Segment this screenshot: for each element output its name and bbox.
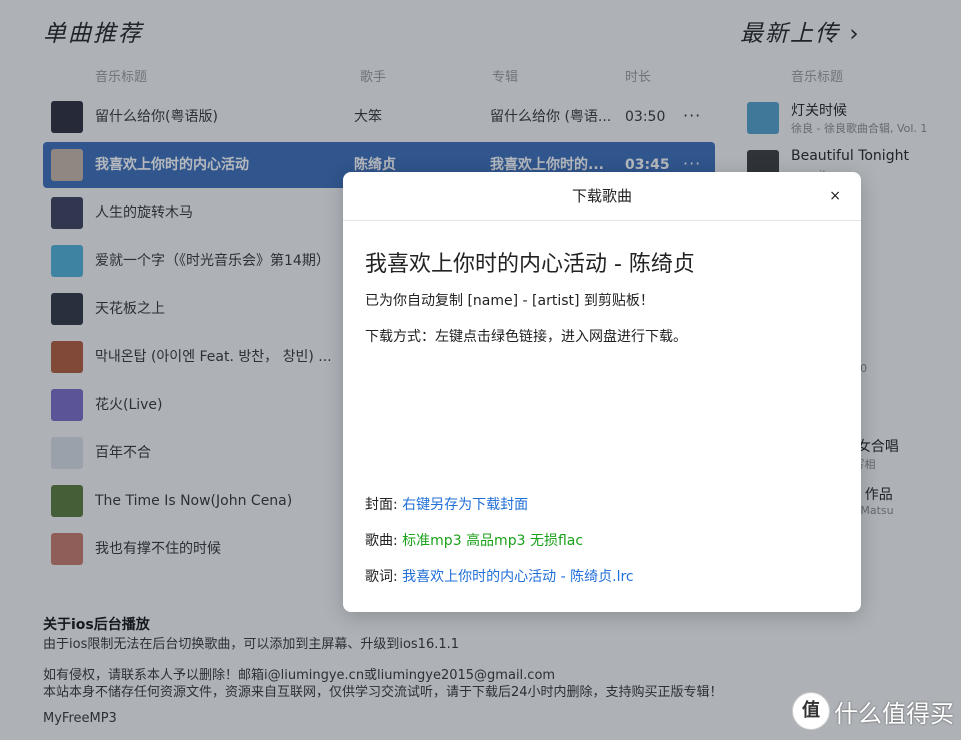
watermark-logo-icon: 值 xyxy=(792,692,830,730)
lyric-download-link[interactable]: 我喜欢上你时的内心活动 - 陈绮贞.lrc xyxy=(402,569,633,585)
dialog-header: 下载歌曲 × xyxy=(343,172,861,221)
mp3-standard-link[interactable]: 标准mp3 xyxy=(402,533,461,549)
dialog-title: 下载歌曲 xyxy=(571,187,632,205)
download-dialog: 下载歌曲 × 我喜欢上你时的内心活动 - 陈绮贞 已为你自动复制 [name] … xyxy=(343,172,861,612)
cover-label: 封面: xyxy=(365,497,398,513)
song-label: 歌曲: xyxy=(365,533,398,549)
cover-download-link[interactable]: 右键另存为下载封面 xyxy=(402,497,528,513)
lyric-label: 歌词: xyxy=(365,569,398,585)
dialog-method-note: 下载方式：左键点击绿色链接，进入网盘进行下载。 xyxy=(365,329,687,345)
lyric-row: 歌词: 我喜欢上你时的内心活动 - 陈绮贞.lrc xyxy=(365,566,634,586)
close-icon[interactable]: × xyxy=(829,184,841,208)
cover-row: 封面: 右键另存为下载封面 xyxy=(365,494,528,514)
mp3-high-link[interactable]: 高品mp3 xyxy=(466,533,525,549)
watermark-text: 什么值得买 xyxy=(834,700,954,728)
dialog-copied-note: 已为你自动复制 [name] - [artist] 到剪贴板！ xyxy=(365,293,654,309)
dialog-song-heading: 我喜欢上你时的内心活动 - 陈绮贞 xyxy=(365,252,695,277)
flac-lossless-link[interactable]: 无损flac xyxy=(530,533,583,549)
song-row: 歌曲: 标准mp3 高品mp3 无损flac xyxy=(365,530,583,550)
